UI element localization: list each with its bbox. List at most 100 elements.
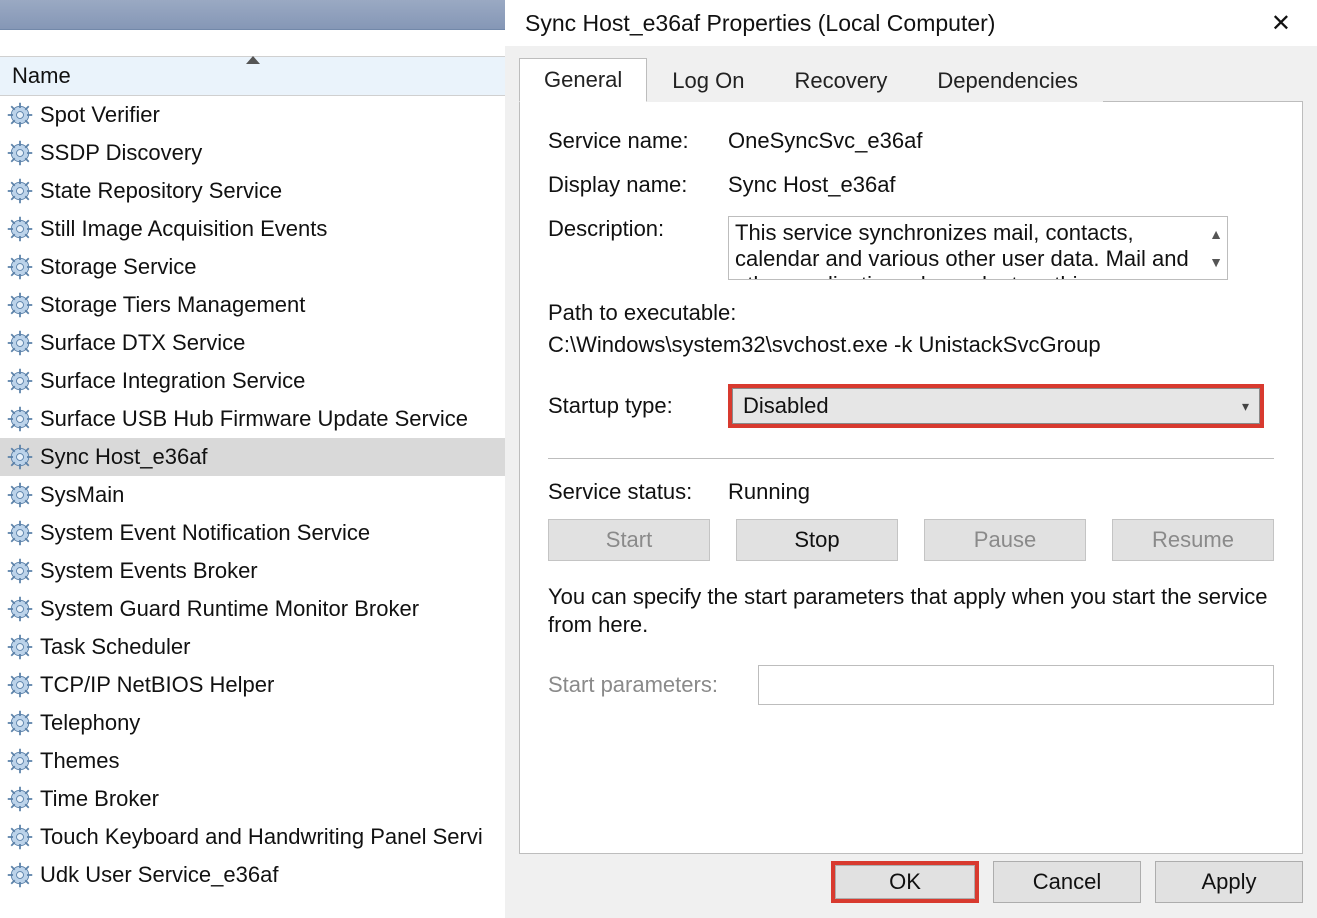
label-service-name: Service name: — [548, 128, 728, 154]
service-row[interactable]: Sync Host_e36af — [0, 438, 505, 476]
value-service-name: OneSyncSvc_e36af — [728, 128, 1274, 154]
services-titlebar — [0, 0, 505, 30]
gear-icon — [6, 291, 34, 319]
service-row-label: Sync Host_e36af — [40, 444, 208, 470]
label-service-status: Service status: — [548, 479, 728, 505]
service-row[interactable]: Surface USB Hub Firmware Update Service — [0, 400, 505, 438]
gear-icon — [6, 405, 34, 433]
gear-icon — [6, 671, 34, 699]
gear-icon — [6, 595, 34, 623]
scroll-down-icon[interactable]: ▼ — [1209, 249, 1223, 275]
startup-type-value: Disabled — [743, 393, 829, 419]
scroll-up-icon[interactable]: ▲ — [1209, 221, 1223, 247]
service-row-label: System Events Broker — [40, 558, 258, 584]
general-tab-page: Service name: OneSyncSvc_e36af Display n… — [519, 102, 1303, 854]
service-row-label: Task Scheduler — [40, 634, 190, 660]
column-header-label: Name — [12, 63, 71, 89]
service-row-label: Still Image Acquisition Events — [40, 216, 327, 242]
gear-icon — [6, 861, 34, 889]
gear-icon — [6, 367, 34, 395]
service-row[interactable]: Udk User Service_e36af — [0, 856, 505, 894]
gear-icon — [6, 329, 34, 357]
dialog-body: General Log On Recovery Dependencies Ser… — [505, 46, 1317, 918]
service-row[interactable]: Spot Verifier — [0, 96, 505, 134]
tab-general[interactable]: General — [519, 58, 647, 102]
service-row[interactable]: State Repository Service — [0, 172, 505, 210]
service-row[interactable]: SSDP Discovery — [0, 134, 505, 172]
ok-button[interactable]: OK — [835, 865, 975, 899]
service-row[interactable]: TCP/IP NetBIOS Helper — [0, 666, 505, 704]
service-row-label: System Guard Runtime Monitor Broker — [40, 596, 419, 622]
gear-icon — [6, 253, 34, 281]
gear-icon — [6, 823, 34, 851]
properties-dialog: Sync Host_e36af Properties (Local Comput… — [505, 0, 1317, 918]
start-params-note: You can specify the start parameters tha… — [548, 583, 1274, 639]
dialog-titlebar: Sync Host_e36af Properties (Local Comput… — [505, 0, 1317, 46]
service-row-label: System Event Notification Service — [40, 520, 370, 546]
service-row[interactable]: SysMain — [0, 476, 505, 514]
value-display-name: Sync Host_e36af — [728, 172, 1274, 198]
service-row[interactable]: Storage Tiers Management — [0, 286, 505, 324]
chevron-down-icon: ▾ — [1242, 398, 1249, 415]
service-row-label: Udk User Service_e36af — [40, 862, 278, 888]
label-path: Path to executable: — [548, 300, 1274, 326]
service-row[interactable]: System Events Broker — [0, 552, 505, 590]
service-row[interactable]: System Event Notification Service — [0, 514, 505, 552]
service-row-label: SysMain — [40, 482, 124, 508]
service-row-label: SSDP Discovery — [40, 140, 202, 166]
service-row-label: State Repository Service — [40, 178, 282, 204]
gear-icon — [6, 633, 34, 661]
value-path: C:\Windows\system32\svchost.exe -k Unist… — [548, 332, 1274, 358]
service-row[interactable]: Surface DTX Service — [0, 324, 505, 362]
service-row[interactable]: Time Broker — [0, 780, 505, 818]
service-row[interactable]: Touch Keyboard and Handwriting Panel Ser… — [0, 818, 505, 856]
startup-type-combo[interactable]: Disabled ▾ — [732, 388, 1260, 424]
service-row[interactable]: Telephony — [0, 704, 505, 742]
gear-icon — [6, 481, 34, 509]
close-icon[interactable]: ✕ — [1261, 5, 1301, 42]
service-row-label: TCP/IP NetBIOS Helper — [40, 672, 274, 698]
service-row[interactable]: Task Scheduler — [0, 628, 505, 666]
label-description: Description: — [548, 216, 728, 242]
gear-icon — [6, 101, 34, 129]
label-startup-type: Startup type: — [548, 393, 728, 419]
service-row[interactable]: Themes — [0, 742, 505, 780]
cancel-button[interactable]: Cancel — [993, 861, 1141, 903]
services-list[interactable]: Spot Verifier SSDP Discovery State Repos… — [0, 96, 505, 894]
gear-icon — [6, 139, 34, 167]
stop-button[interactable]: Stop — [736, 519, 898, 561]
value-service-status: Running — [728, 479, 1274, 505]
ok-button-highlight: OK — [831, 861, 979, 903]
service-row-label: Telephony — [40, 710, 140, 736]
apply-button[interactable]: Apply — [1155, 861, 1303, 903]
service-row-label: Spot Verifier — [40, 102, 160, 128]
services-panel: Name Spot Verifier SSDP Discovery State … — [0, 0, 505, 918]
description-box: This service synchronizes mail, contacts… — [728, 216, 1228, 280]
gear-icon — [6, 747, 34, 775]
gear-icon — [6, 177, 34, 205]
section-divider — [548, 458, 1274, 459]
dialog-title: Sync Host_e36af Properties (Local Comput… — [525, 10, 995, 37]
dialog-footer: OK Cancel Apply — [519, 854, 1303, 910]
description-scrollbar[interactable]: ▲ ▼ — [1205, 217, 1227, 279]
gear-icon — [6, 785, 34, 813]
label-display-name: Display name: — [548, 172, 728, 198]
description-text: This service synchronizes mail, contacts… — [735, 220, 1189, 280]
tab-dependencies[interactable]: Dependencies — [912, 58, 1103, 102]
services-column-header[interactable]: Name — [0, 56, 505, 96]
sort-ascending-icon — [246, 56, 260, 64]
tab-logon[interactable]: Log On — [647, 58, 769, 102]
service-row[interactable]: System Guard Runtime Monitor Broker — [0, 590, 505, 628]
service-row-label: Surface DTX Service — [40, 330, 245, 356]
gear-icon — [6, 215, 34, 243]
service-row[interactable]: Still Image Acquisition Events — [0, 210, 505, 248]
service-row-label: Time Broker — [40, 786, 159, 812]
tab-recovery[interactable]: Recovery — [769, 58, 912, 102]
service-row-label: Themes — [40, 748, 119, 774]
service-row[interactable]: Storage Service — [0, 248, 505, 286]
service-control-buttons: Start Stop Pause Resume — [548, 519, 1274, 561]
pause-button: Pause — [924, 519, 1086, 561]
gear-icon — [6, 709, 34, 737]
service-row[interactable]: Surface Integration Service — [0, 362, 505, 400]
service-row-label: Storage Tiers Management — [40, 292, 305, 318]
